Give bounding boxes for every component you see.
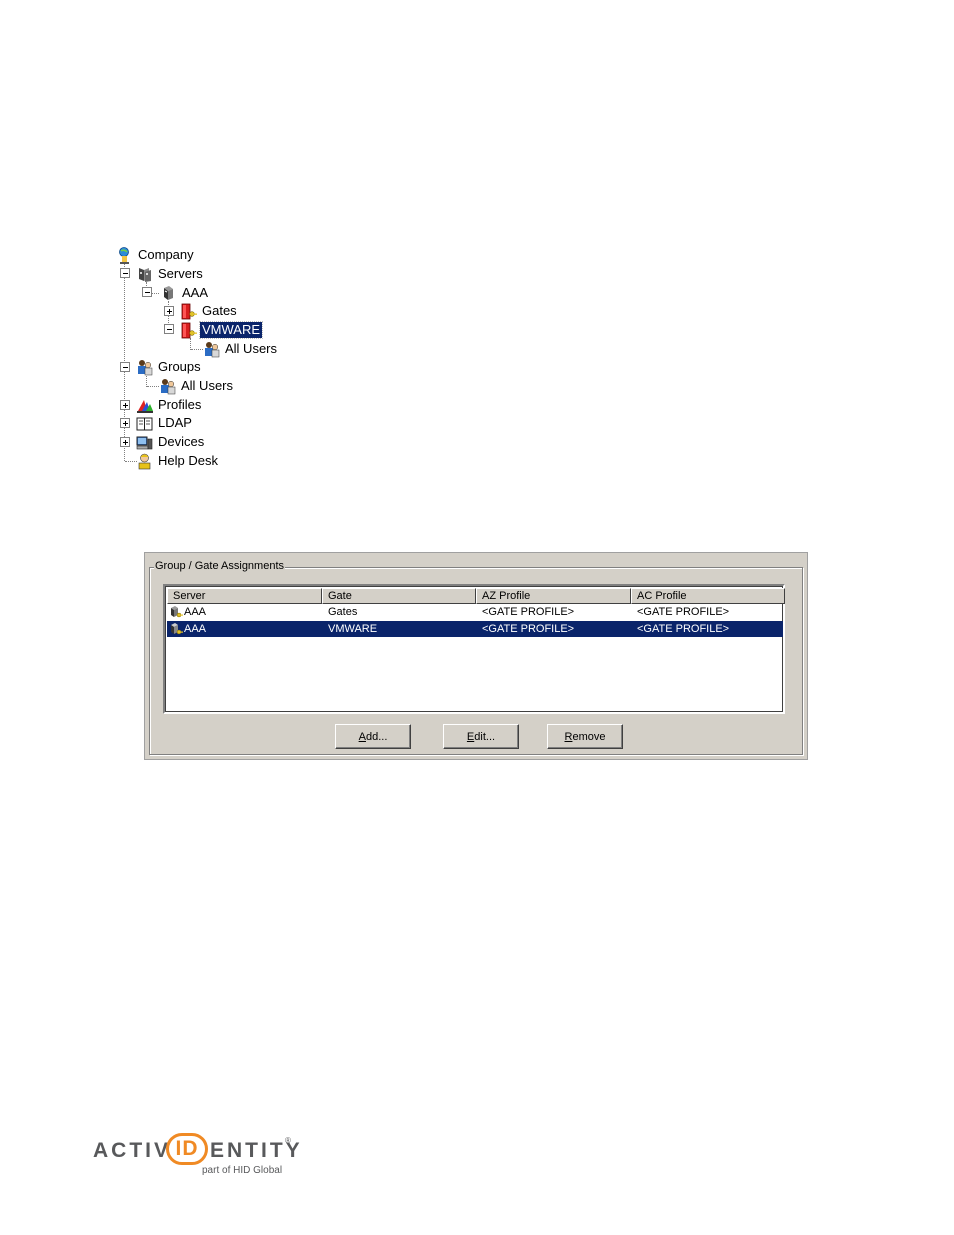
tree-node-label: Help Desk — [158, 453, 218, 468]
gate-key-icon — [180, 322, 197, 339]
tree-node-vmware[interactable]: VMWARE — [180, 321, 264, 339]
collapse-aaa-button[interactable] — [142, 287, 152, 297]
users-group-icon — [136, 359, 153, 376]
expand-gates-button[interactable] — [164, 306, 174, 316]
devices-icon — [136, 434, 153, 451]
helpdesk-person-icon — [136, 453, 153, 470]
add-label: dd... — [365, 730, 388, 743]
expand-profiles-button[interactable] — [120, 400, 130, 410]
gate-key-icon — [180, 303, 197, 320]
tree-node-label: Profiles — [158, 397, 202, 412]
assignments-list[interactable]: Server Gate AZ Profile AC Profile AAA Ga… — [163, 584, 785, 714]
globe-person-icon — [116, 246, 133, 264]
servers-icon — [136, 266, 153, 283]
expand-ldap-button[interactable] — [120, 418, 130, 428]
users-group-icon — [203, 341, 220, 358]
actividentity-logo: ACTIV ID ENTITY ® part of HID Global — [93, 1130, 313, 1180]
tree-node-label: Gates — [202, 303, 237, 318]
tree-node-label: AAA — [182, 285, 209, 300]
cell-server: AAA — [167, 621, 322, 637]
server-key-icon — [169, 622, 183, 636]
collapse-vmware-button[interactable] — [164, 324, 174, 334]
tree-node-profiles[interactable]: Profiles — [136, 396, 203, 414]
logo-tagline: part of HID Global — [202, 1165, 283, 1176]
assignments-panel: Group / Gate Assignments Server Gate AZ … — [144, 552, 808, 760]
column-header-gate[interactable]: Gate — [322, 588, 476, 604]
tree-node-aaa[interactable]: AAA — [160, 284, 210, 302]
add-button[interactable]: Add... — [335, 724, 411, 749]
server-icon — [160, 285, 177, 302]
cell-az-profile: <GATE PROFILE> — [482, 623, 575, 635]
column-header-az-profile[interactable]: AZ Profile — [476, 588, 631, 604]
cell-az-profile: <GATE PROFILE> — [482, 606, 575, 618]
tree-node-gates[interactable]: Gates — [180, 302, 239, 320]
logo-registered-mark: ® — [285, 1136, 291, 1145]
tree-connector — [191, 349, 203, 350]
remove-button[interactable]: Remove — [547, 724, 623, 749]
collapse-groups-button[interactable] — [120, 362, 130, 372]
tree-view[interactable]: Company Servers AAA Gates VMWARE All Use… — [0, 0, 954, 480]
logo-text-activ: ACTIV — [93, 1139, 171, 1162]
table-row-selected[interactable]: AAA VMWARE <GATE PROFILE> <GATE PROFILE> — [167, 621, 783, 637]
edit-button[interactable]: Edit... — [443, 724, 519, 749]
tree-node-label: Devices — [158, 434, 205, 449]
cell-server-text: AAA — [184, 623, 207, 635]
tree-node-label: All Users — [181, 378, 234, 393]
tree-node-vmware-all-users[interactable]: All Users — [203, 340, 279, 358]
profiles-icon — [136, 397, 153, 414]
tree-node-label: Groups — [158, 359, 201, 374]
tree-node-label: Servers — [158, 266, 203, 281]
book-icon — [136, 415, 153, 432]
tree-node-label: Company — [138, 247, 194, 262]
tree-node-ldap[interactable]: LDAP — [136, 414, 194, 432]
tree-node-label: All Users — [225, 341, 278, 356]
remove-label: emove — [572, 730, 606, 743]
cell-server: AAA — [167, 604, 322, 620]
edit-label: dit... — [474, 730, 496, 743]
list-header: Server Gate AZ Profile AC Profile — [167, 588, 785, 604]
expand-devices-button[interactable] — [120, 437, 130, 447]
logo-id-mark: ID — [166, 1133, 208, 1165]
users-group-icon — [159, 378, 176, 395]
add-mnemonic: A — [358, 730, 366, 743]
column-header-ac-profile[interactable]: AC Profile — [631, 588, 785, 604]
tree-node-servers[interactable]: Servers — [136, 265, 205, 283]
cell-gate: Gates — [328, 606, 358, 618]
tree-node-groups-all-users[interactable]: All Users — [159, 377, 235, 395]
tree-node-help-desk[interactable]: Help Desk — [136, 452, 220, 470]
cell-gate: VMWARE — [328, 623, 378, 635]
cell-ac-profile: <GATE PROFILE> — [637, 623, 730, 635]
tree-node-groups[interactable]: Groups — [136, 358, 203, 376]
tree-node-label: VMWARE — [198, 321, 264, 339]
server-key-icon — [169, 605, 183, 619]
tree-node-devices[interactable]: Devices — [136, 433, 206, 451]
groupbox-title: Group / Gate Assignments — [154, 560, 286, 572]
tree-node-label: LDAP — [158, 415, 192, 430]
cell-ac-profile: <GATE PROFILE> — [637, 606, 730, 618]
tree-connector — [147, 386, 159, 387]
cell-server-text: AAA — [184, 606, 207, 618]
collapse-servers-button[interactable] — [120, 268, 130, 278]
tree-node-company[interactable]: Company — [116, 246, 196, 264]
table-row[interactable]: AAA Gates <GATE PROFILE> <GATE PROFILE> — [167, 604, 783, 620]
column-header-server[interactable]: Server — [167, 588, 322, 604]
